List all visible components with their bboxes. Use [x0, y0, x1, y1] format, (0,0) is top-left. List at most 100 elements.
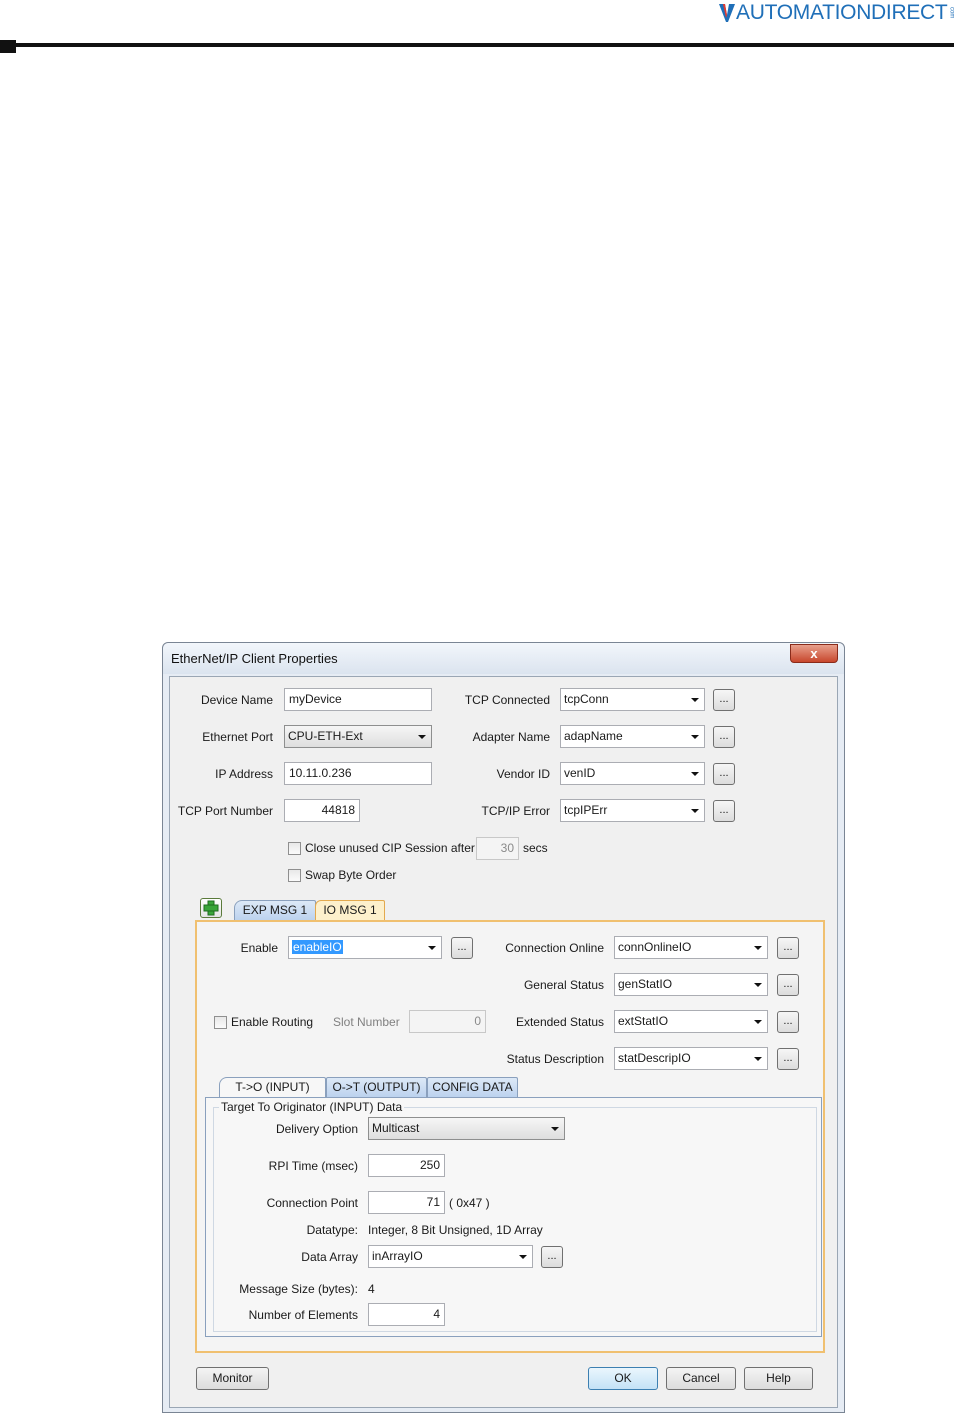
chevron-down-icon [519, 1255, 527, 1259]
data-array-browse-button[interactable]: ... [541, 1246, 563, 1268]
header-rule [14, 43, 954, 47]
data-array-select[interactable]: inArrayIO [368, 1245, 533, 1268]
swap-byte-order-label: Swap Byte Order [305, 868, 397, 882]
tab-t-o-input[interactable]: T->O (INPUT) [219, 1077, 326, 1097]
connection-online-browse-button[interactable]: ... [777, 937, 799, 959]
device-name-label: Device Name [200, 693, 273, 707]
ethernet-port-select[interactable]: CPU-ETH-Ext [284, 725, 432, 748]
input-data-group [213, 1107, 817, 1332]
rpi-time-input[interactable]: 250 [368, 1154, 445, 1177]
tcp-connected-browse-button[interactable]: ... [713, 689, 735, 711]
dialog-titlebar[interactable]: EtherNet/IP Client Properties x [163, 643, 844, 674]
tcpip-error-browse-button[interactable]: ... [713, 800, 735, 822]
connection-point-input[interactable]: 71 [368, 1191, 445, 1214]
enable-routing-label: Enable Routing [231, 1015, 314, 1029]
input-data-group-title: Target To Originator (INPUT) Data [219, 1100, 405, 1114]
general-status-browse-button[interactable]: ... [777, 974, 799, 996]
monitor-button[interactable]: Monitor [196, 1367, 269, 1390]
tcp-connected-label: TCP Connected [464, 693, 550, 707]
plus-icon [203, 900, 219, 916]
general-status-label: General Status [523, 978, 604, 992]
slot-number-label: Slot Number [333, 1015, 400, 1029]
ip-address-label: IP Address [215, 767, 273, 781]
adapter-name-label: Adapter Name [472, 730, 550, 744]
tcpip-error-value: tcpIPErr [564, 803, 608, 817]
data-array-value: inArrayIO [372, 1249, 423, 1263]
message-size-label: Message Size (bytes): [239, 1282, 358, 1296]
status-description-browse-button[interactable]: ... [777, 1048, 799, 1070]
add-message-button[interactable] [200, 898, 222, 918]
enable-select[interactable]: enableIO [288, 936, 442, 959]
vendor-id-browse-button[interactable]: ... [713, 763, 735, 785]
num-elements-input[interactable]: 4 [368, 1303, 445, 1326]
tcpip-error-select[interactable]: tcpIPErr [560, 799, 705, 822]
connection-point-label: Connection Point [266, 1196, 358, 1210]
tcpip-error-label: TCP/IP Error [481, 804, 550, 818]
close-button[interactable]: x [790, 644, 838, 663]
delivery-option-label: Delivery Option [275, 1122, 358, 1136]
tcp-connected-value: tcpConn [564, 692, 609, 706]
close-unused-unit: secs [523, 841, 548, 855]
slot-number-input[interactable]: 0 [409, 1010, 486, 1033]
connection-online-value: connOnlineIO [618, 940, 692, 954]
chevron-down-icon [428, 946, 436, 950]
extended-status-value: extStatIO [618, 1014, 669, 1028]
tcp-connected-select[interactable]: tcpConn [560, 688, 705, 711]
chevron-down-icon [691, 735, 699, 739]
chevron-down-icon [754, 1057, 762, 1061]
enable-routing-checkbox[interactable] [214, 1016, 227, 1029]
tab-exp-msg-1[interactable]: EXP MSG 1 [234, 900, 316, 920]
ip-address-input[interactable]: 10.11.0.236 [284, 762, 432, 785]
chevron-down-icon [754, 983, 762, 987]
status-description-label: Status Description [506, 1052, 604, 1066]
brand-suffix: com [948, 7, 955, 19]
ethernet-port-value: CPU-ETH-Ext [288, 729, 363, 743]
datatype-label: Datatype: [306, 1223, 358, 1237]
ok-button[interactable]: OK [588, 1367, 658, 1390]
swap-byte-order-checkbox[interactable] [288, 869, 301, 882]
extended-status-browse-button[interactable]: ... [777, 1011, 799, 1033]
rpi-time-label: RPI Time (msec) [268, 1159, 358, 1173]
adapter-name-value: adapName [564, 729, 623, 743]
general-status-select[interactable]: genStatIO [614, 973, 768, 996]
data-array-label: Data Array [301, 1250, 358, 1264]
chevron-down-icon [691, 809, 699, 813]
vendor-id-label: Vendor ID [496, 767, 550, 781]
general-status-value: genStatIO [618, 977, 673, 991]
vendor-id-value: venID [564, 766, 596, 780]
help-button[interactable]: Help [744, 1367, 813, 1390]
tab-o-t-output[interactable]: O->T (OUTPUT) [326, 1077, 427, 1097]
connection-point-hex: ( 0x47 ) [449, 1196, 490, 1210]
delivery-option-select[interactable]: Multicast [368, 1117, 565, 1140]
tab-config-data[interactable]: CONFIG DATA [427, 1077, 518, 1097]
device-name-input[interactable]: myDevice [284, 688, 432, 711]
connection-online-label: Connection Online [505, 941, 604, 955]
delivery-option-value: Multicast [372, 1121, 420, 1135]
enable-value: enableIO [292, 940, 343, 954]
close-unused-label: Close unused CIP Session after [305, 841, 475, 855]
chevron-down-icon [691, 698, 699, 702]
tcp-port-input[interactable]: 44818 [284, 799, 360, 822]
adapter-name-select[interactable]: adapName [560, 725, 705, 748]
extended-status-label: Extended Status [515, 1015, 604, 1029]
adapter-name-browse-button[interactable]: ... [713, 726, 735, 748]
close-unused-checkbox[interactable] [288, 842, 301, 855]
ethernet-port-label: Ethernet Port [202, 730, 273, 744]
enable-browse-button[interactable]: ... [451, 937, 473, 959]
chevron-down-icon [754, 946, 762, 950]
connection-online-select[interactable]: connOnlineIO [614, 936, 768, 959]
extended-status-select[interactable]: extStatIO [614, 1010, 768, 1033]
status-description-value: statDescripIO [618, 1051, 691, 1065]
status-description-select[interactable]: statDescripIO [614, 1047, 768, 1070]
vendor-id-select[interactable]: venID [560, 762, 705, 785]
close-unused-seconds-input[interactable]: 30 [476, 837, 519, 860]
datatype-value: Integer, 8 Bit Unsigned, 1D Array [368, 1223, 543, 1237]
tab-io-msg-1[interactable]: IO MSG 1 [315, 900, 385, 920]
brand-name: AUTOMATIONDIRECT [736, 1, 948, 24]
chevron-down-icon [691, 772, 699, 776]
num-elements-label: Number of Elements [248, 1308, 358, 1322]
chevron-down-icon [551, 1127, 559, 1131]
message-size-value: 4 [368, 1282, 375, 1296]
chevron-down-icon [418, 735, 426, 739]
cancel-button[interactable]: Cancel [666, 1367, 736, 1390]
